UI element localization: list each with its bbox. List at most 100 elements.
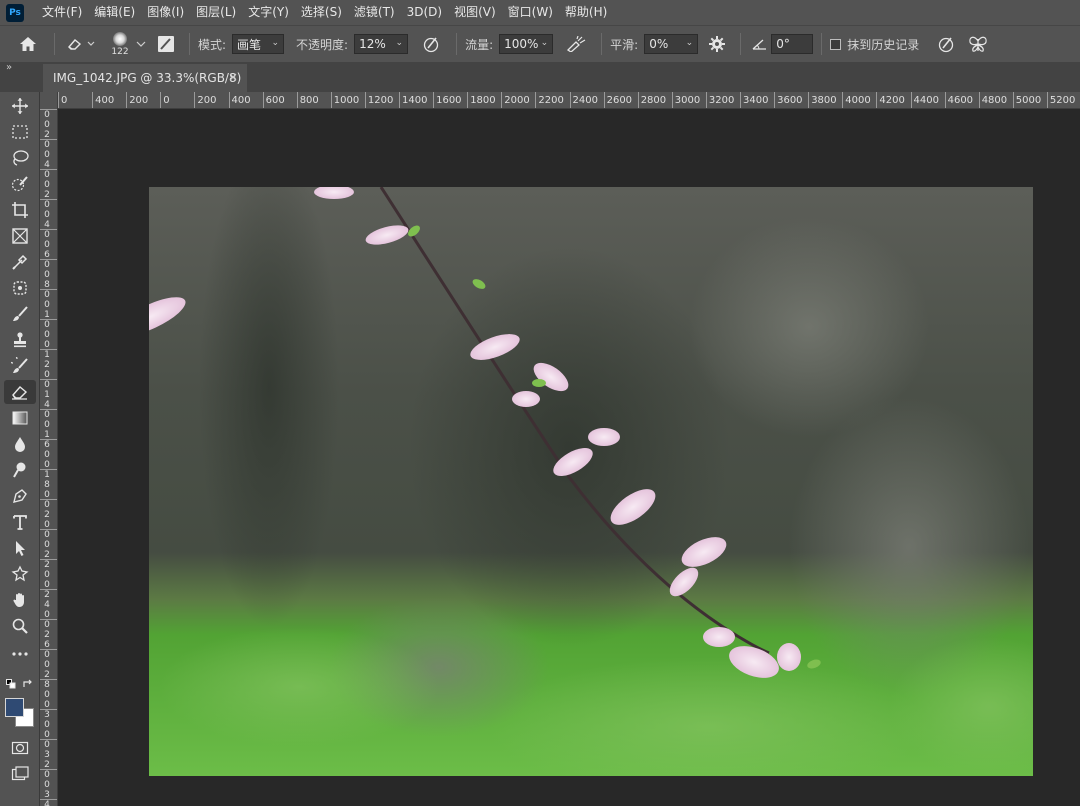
pen-tool-icon[interactable] [4, 484, 36, 508]
menu-layer[interactable]: 图层(L) [190, 0, 242, 25]
path-selection-tool-icon[interactable] [4, 536, 36, 560]
move-tool-icon[interactable] [4, 94, 36, 118]
airbrush-icon[interactable] [559, 36, 593, 52]
type-tool-icon[interactable] [4, 510, 36, 534]
pressure-size-icon[interactable] [931, 35, 961, 53]
angle-icon [749, 37, 769, 51]
eraser-tool-icon[interactable] [4, 380, 36, 404]
document-tab[interactable]: IMG_1042.JPG @ 33.3%(RGB/8) × [43, 64, 247, 92]
swap-colors-icon[interactable] [22, 679, 34, 689]
eraser-preset-icon[interactable] [63, 36, 99, 52]
ruler-origin[interactable] [40, 92, 58, 109]
ruler-tick-line [40, 799, 57, 800]
lasso-tool-icon[interactable] [4, 146, 36, 170]
flow-value: 100% [504, 37, 539, 51]
canvas-workspace[interactable] [58, 109, 1080, 806]
menu-view[interactable]: 视图(V) [448, 0, 502, 25]
pressure-opacity-icon[interactable] [414, 35, 448, 53]
smoothing-input[interactable]: 0% ⌄ [644, 34, 699, 54]
angle-value: 0° [776, 37, 790, 51]
chevron-down-icon[interactable] [135, 40, 147, 48]
angle-input[interactable]: 0° [771, 34, 814, 54]
crop-tool-icon[interactable] [4, 198, 36, 222]
divider [189, 33, 190, 55]
chevron-down-icon: ⌄ [271, 38, 280, 48]
ruler-tick-label: 400 [228, 92, 251, 108]
ruler-tick-digit: 4 [44, 600, 50, 610]
ruler-tick-label: 200 [194, 92, 216, 108]
default-colors-icon[interactable] [6, 679, 16, 689]
menu-image[interactable]: 图像(I) [141, 0, 190, 25]
ruler-tick-label: 2800 [637, 92, 666, 108]
ruler-tick-label: 3400 [740, 92, 768, 108]
ruler-tick-line [40, 499, 57, 500]
close-icon[interactable]: × [228, 70, 238, 84]
ruler-tick-digit: 4 [44, 800, 50, 806]
clone-stamp-tool-icon[interactable] [4, 328, 36, 352]
ruler-tick-line [40, 649, 57, 650]
more-tools-icon[interactable] [4, 642, 36, 666]
ruler-tick-digit: 2 [44, 630, 50, 640]
brush-settings-panel-icon[interactable] [151, 35, 181, 53]
custom-shape-tool-icon[interactable] [4, 562, 36, 586]
ruler-tick-label: 200 [126, 92, 148, 108]
eyedropper-tool-icon[interactable] [4, 250, 36, 274]
dodge-tool-icon[interactable] [4, 458, 36, 482]
menu-type[interactable]: 文字(Y) [242, 0, 295, 25]
quick-mask-icon[interactable] [4, 736, 36, 760]
vertical-ruler[interactable]: 0020040020040060080010001200140016001800… [40, 109, 58, 806]
history-brush-tool-icon[interactable] [4, 354, 36, 378]
ruler-tick-digit: 0 [44, 650, 50, 660]
photoshop-logo: Ps [6, 3, 24, 22]
menu-file[interactable]: 文件(F) [36, 0, 88, 25]
ruler-tick-label: 3200 [705, 92, 734, 108]
menu-window[interactable]: 窗口(W) [502, 0, 559, 25]
healing-brush-tool-icon[interactable] [4, 276, 36, 300]
gradient-tool-icon[interactable] [4, 406, 36, 430]
ruler-tick-label: 1600 [433, 92, 462, 108]
marquee-tool-icon[interactable] [4, 120, 36, 144]
ruler-tick-digit: 0 [44, 200, 50, 210]
zoom-tool-icon[interactable] [4, 614, 36, 638]
screen-mode-icon[interactable] [4, 762, 36, 786]
ruler-tick-line [40, 619, 57, 620]
brush-preset-picker[interactable]: 122 [105, 29, 135, 59]
collapse-panels-icon[interactable]: » [6, 62, 12, 73]
smoothing-value: 0% [649, 37, 669, 51]
ruler-tick-label: 2000 [501, 92, 530, 108]
ruler-tick-digit: 2 [44, 590, 50, 600]
ruler-tick-digit: 0 [44, 530, 50, 540]
blur-tool-icon[interactable] [4, 432, 36, 456]
ruler-tick-label: 5200 [1046, 92, 1075, 108]
horizontal-ruler[interactable]: 0 400 200 0 200 400 600 800 1000 1200 1400 1600 1800… [40, 92, 1080, 109]
ruler-tick-label: 2600 [603, 92, 632, 108]
divider [601, 33, 603, 55]
document-canvas-image[interactable] [149, 187, 1033, 776]
ruler-tick-digit: 0 [44, 170, 50, 180]
mode-dropdown[interactable]: 画笔 ⌄ [232, 34, 285, 54]
menu-3d[interactable]: 3D(D) [401, 0, 448, 25]
menu-edit[interactable]: 编辑(E) [88, 0, 141, 25]
home-icon[interactable] [10, 36, 46, 52]
frame-tool-icon[interactable] [4, 224, 36, 248]
ruler-tick-digit: 8 [44, 480, 50, 490]
menu-help[interactable]: 帮助(H) [559, 0, 613, 25]
ruler-tick-digit: 0 [44, 570, 50, 580]
gear-icon[interactable] [702, 36, 732, 52]
menu-filter[interactable]: 滤镜(T) [348, 0, 401, 25]
menu-bar: Ps 文件(F) 编辑(E) 图像(I) 图层(L) 文字(Y) 选择(S) 滤… [0, 0, 1080, 25]
erase-history-checkbox[interactable] [830, 38, 842, 50]
symmetry-butterfly-icon[interactable] [963, 35, 993, 53]
menu-select[interactable]: 选择(S) [295, 0, 348, 25]
foreground-color-swatch[interactable] [5, 698, 24, 717]
flow-input[interactable]: 100% ⌄ [499, 34, 554, 54]
hand-tool-icon[interactable] [4, 588, 36, 612]
ruler-tick-line [40, 169, 57, 170]
ruler-tick-digit: 0 [44, 300, 50, 310]
quick-selection-tool-icon[interactable] [4, 172, 36, 196]
ruler-tick-label: 4400 [910, 92, 939, 108]
tools-panel [0, 92, 40, 806]
opacity-input[interactable]: 12% ⌄ [354, 34, 409, 54]
ruler-tick-label: 0 [58, 92, 67, 108]
brush-tool-icon[interactable] [4, 302, 36, 326]
